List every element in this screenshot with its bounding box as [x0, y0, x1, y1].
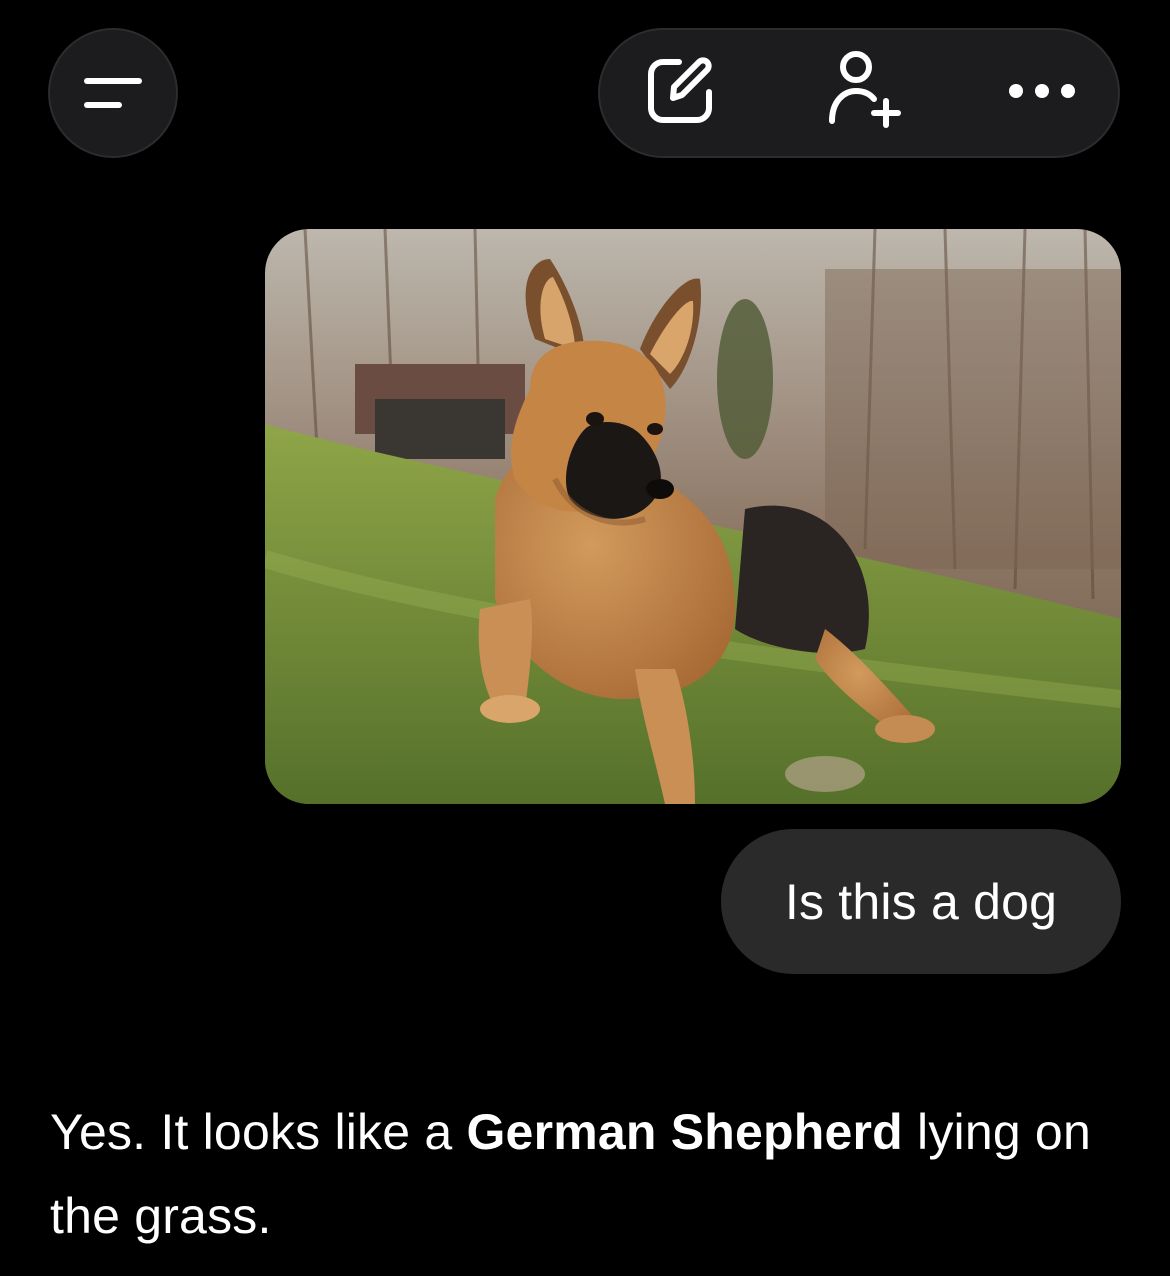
- reply-text-before: Yes. It looks like a: [50, 1104, 467, 1160]
- attached-dog-photo[interactable]: [265, 229, 1121, 804]
- more-options-button[interactable]: [982, 30, 1102, 156]
- add-person-icon: [824, 50, 904, 136]
- menu-lines-icon: [83, 73, 143, 113]
- menu-button[interactable]: [48, 28, 178, 158]
- reply-text-bold: German Shepherd: [466, 1104, 903, 1160]
- more-dots-icon: [1007, 81, 1077, 106]
- assistant-reply: Yes. It looks like a German Shepherd lyi…: [50, 1090, 1130, 1258]
- photo-german-shepherd: [265, 229, 1121, 804]
- new-chat-button[interactable]: [620, 30, 740, 156]
- user-message-bubble: Is this a dog: [721, 829, 1121, 974]
- user-message-text: Is this a dog: [784, 873, 1058, 930]
- add-person-button[interactable]: [804, 30, 924, 156]
- top-toolbar: [598, 28, 1120, 158]
- edit-icon: [643, 54, 717, 133]
